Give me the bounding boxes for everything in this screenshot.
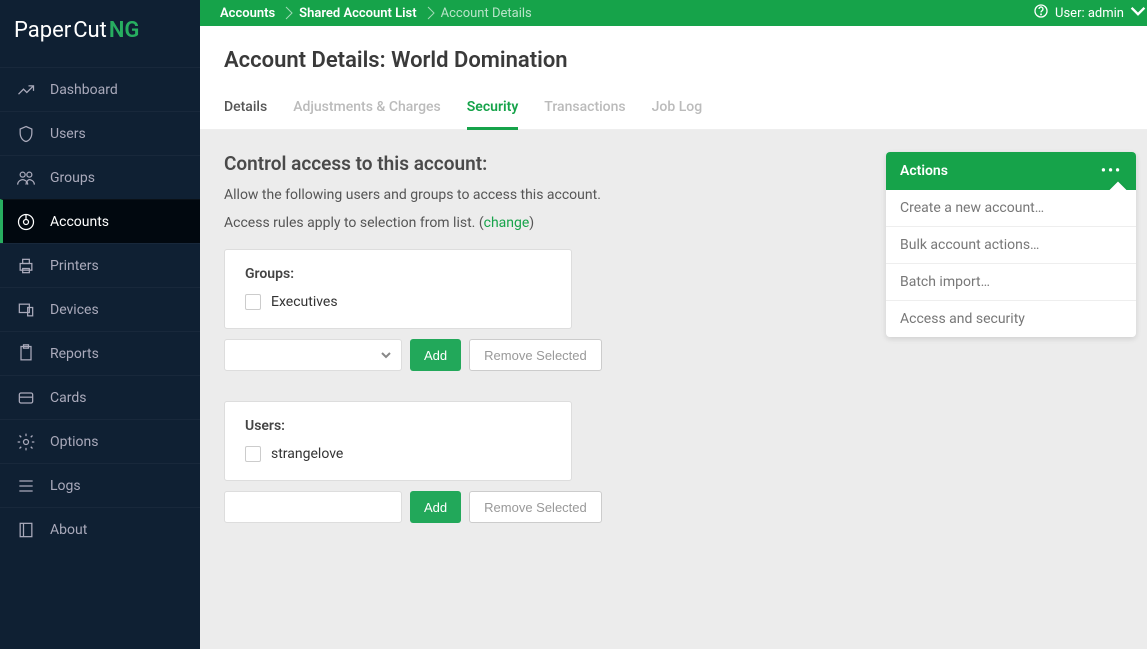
- change-link[interactable]: change: [484, 215, 530, 231]
- user-icon: [16, 124, 36, 144]
- groups-controls: Add Remove Selected: [224, 339, 864, 371]
- add-user-button[interactable]: Add: [410, 491, 461, 523]
- users-card: Users: strangelove: [224, 401, 572, 481]
- sidebar-item-label: Options: [50, 434, 98, 450]
- sidebar-item-label: About: [50, 522, 87, 538]
- sidebar-item-dashboard[interactable]: Dashboard: [0, 67, 200, 111]
- sidebar: PaperCutNG Dashboard Users Groups Accoun…: [0, 0, 200, 649]
- sidebar-item-options[interactable]: Options: [0, 419, 200, 463]
- logo-ng: NG: [109, 18, 140, 43]
- action-bulk-account[interactable]: Bulk account actions…: [886, 227, 1136, 264]
- sidebar-item-label: Cards: [50, 390, 86, 406]
- sidebar-item-label: Logs: [50, 478, 81, 494]
- tab-details[interactable]: Details: [224, 99, 267, 129]
- user-menu[interactable]: User: admin: [1033, 3, 1146, 23]
- sidebar-item-reports[interactable]: Reports: [0, 331, 200, 375]
- sidebar-item-accounts[interactable]: Accounts: [0, 199, 200, 243]
- logo-paper: Paper: [14, 18, 71, 43]
- sidebar-item-printers[interactable]: Printers: [0, 243, 200, 287]
- tabs: Details Adjustments & Charges Security T…: [200, 81, 1147, 130]
- logs-icon: [16, 476, 36, 496]
- breadcrumb-account-details: Account Details: [435, 0, 542, 26]
- actions-column: Actions ••• Create a new account… Bulk a…: [886, 152, 1136, 337]
- action-create-account[interactable]: Create a new account…: [886, 190, 1136, 227]
- sidebar-item-label: Dashboard: [50, 82, 118, 98]
- user-checkbox[interactable]: [245, 446, 261, 462]
- sidebar-item-label: Users: [50, 126, 86, 142]
- tab-transactions[interactable]: Transactions: [544, 99, 625, 129]
- tab-job-log[interactable]: Job Log: [652, 99, 703, 129]
- group-row-executives: Executives: [245, 294, 551, 310]
- group-select[interactable]: [224, 339, 402, 371]
- options-icon: [16, 432, 36, 452]
- groups-icon: [16, 168, 36, 188]
- sidebar-item-label: Accounts: [50, 214, 109, 230]
- breadcrumb: Accounts Shared Account List Account Det…: [214, 0, 542, 26]
- user-label: strangelove: [271, 446, 343, 462]
- sidebar-item-devices[interactable]: Devices: [0, 287, 200, 331]
- group-label: Executives: [271, 294, 338, 310]
- section-heading: Control access to this account:: [224, 152, 864, 175]
- user-input[interactable]: [224, 491, 402, 523]
- security-section: Control access to this account: Allow th…: [224, 152, 864, 553]
- chevron-right-icon: [285, 0, 293, 26]
- chevron-down-icon: [1130, 3, 1146, 23]
- logo: PaperCutNG: [0, 0, 200, 67]
- logo-cut: Cut: [73, 18, 107, 43]
- sidebar-item-about[interactable]: About: [0, 507, 200, 551]
- sidebar-item-label: Reports: [50, 346, 99, 362]
- sidebar-item-label: Devices: [50, 302, 99, 318]
- chevron-right-icon: [427, 0, 435, 26]
- users-controls: Add Remove Selected: [224, 491, 864, 523]
- devices-icon: [16, 300, 36, 320]
- add-group-button[interactable]: Add: [410, 339, 461, 371]
- tab-security[interactable]: Security: [467, 99, 519, 130]
- nav: Dashboard Users Groups Accounts Printers…: [0, 67, 200, 551]
- reports-icon: [16, 344, 36, 364]
- more-icon[interactable]: •••: [1101, 163, 1122, 179]
- breadcrumb-accounts[interactable]: Accounts: [214, 0, 285, 26]
- sidebar-item-users[interactable]: Users: [0, 111, 200, 155]
- topbar: Accounts Shared Account List Account Det…: [200, 0, 1147, 26]
- section-desc: Allow the following users and groups to …: [224, 187, 864, 203]
- remove-user-button[interactable]: Remove Selected: [469, 491, 602, 523]
- actions-title: Actions: [900, 163, 948, 179]
- remove-group-button[interactable]: Remove Selected: [469, 339, 602, 371]
- tab-adjustments[interactable]: Adjustments & Charges: [293, 99, 441, 129]
- sidebar-item-cards[interactable]: Cards: [0, 375, 200, 419]
- groups-card: Groups: Executives: [224, 249, 572, 329]
- user-label: User: admin: [1055, 6, 1124, 21]
- page-header: Account Details: World Domination: [200, 26, 1147, 81]
- actions-panel: Actions ••• Create a new account… Bulk a…: [886, 152, 1136, 337]
- users-title: Users:: [245, 418, 551, 434]
- group-checkbox[interactable]: [245, 294, 261, 310]
- groups-title: Groups:: [245, 266, 551, 282]
- dashboard-icon: [16, 80, 36, 100]
- main: Accounts Shared Account List Account Det…: [200, 0, 1147, 649]
- sidebar-item-logs[interactable]: Logs: [0, 463, 200, 507]
- help-icon: [1033, 3, 1049, 23]
- about-icon: [16, 520, 36, 540]
- sidebar-item-label: Printers: [50, 258, 99, 274]
- page-title: Account Details: World Domination: [224, 48, 1136, 73]
- cards-icon: [16, 388, 36, 408]
- accounts-icon: [16, 212, 36, 232]
- printers-icon: [16, 256, 36, 276]
- action-access-security[interactable]: Access and security: [886, 301, 1136, 337]
- user-row-strangelove: strangelove: [245, 446, 551, 462]
- sidebar-item-groups[interactable]: Groups: [0, 155, 200, 199]
- action-batch-import[interactable]: Batch import…: [886, 264, 1136, 301]
- actions-list: Create a new account… Bulk account actio…: [886, 190, 1136, 337]
- breadcrumb-shared-account-list[interactable]: Shared Account List: [293, 0, 426, 26]
- sidebar-item-label: Groups: [50, 170, 95, 186]
- content-area: Control access to this account: Allow th…: [200, 130, 1147, 649]
- chevron-down-icon: [381, 350, 391, 360]
- actions-header: Actions •••: [886, 152, 1136, 190]
- section-note: Access rules apply to selection from lis…: [224, 215, 864, 231]
